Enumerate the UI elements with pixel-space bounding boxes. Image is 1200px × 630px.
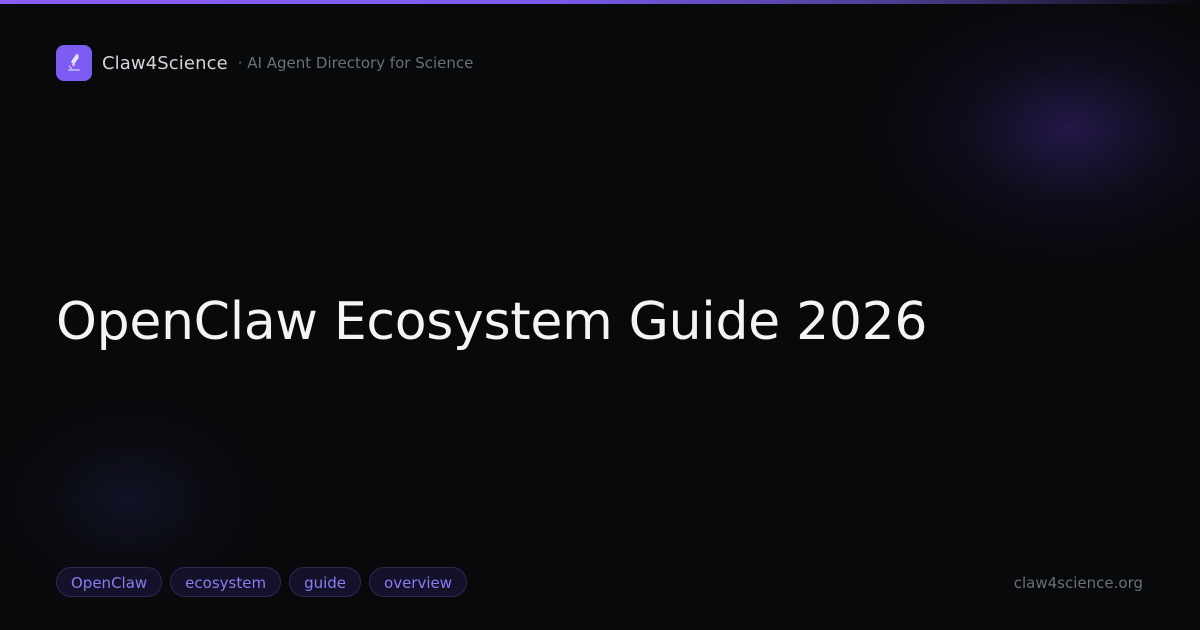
top-accent-bar — [0, 0, 1200, 4]
brand-tagline: · AI Agent Directory for Science — [237, 54, 474, 72]
brand: Claw4Science · AI Agent Directory for Sc… — [56, 45, 473, 81]
microscope-icon — [68, 53, 80, 71]
tag-overview[interactable]: overview — [369, 567, 468, 597]
tag-openclaw[interactable]: OpenClaw — [56, 567, 163, 597]
page-title: OpenClaw Ecosystem Guide 2026 — [56, 292, 928, 352]
background-glow-top-right — [820, 0, 1200, 300]
brand-name: Claw4Science — [102, 52, 228, 74]
brand-logo — [56, 45, 92, 81]
tag-ecosystem[interactable]: ecosystem — [170, 567, 282, 597]
og-card: Claw4Science · AI Agent Directory for Sc… — [0, 0, 1200, 630]
tag-guide[interactable]: guide — [289, 567, 362, 597]
tag-list: OpenClaw ecosystem guide overview — [56, 567, 468, 597]
site-domain[interactable]: claw4science.org — [1014, 574, 1143, 592]
